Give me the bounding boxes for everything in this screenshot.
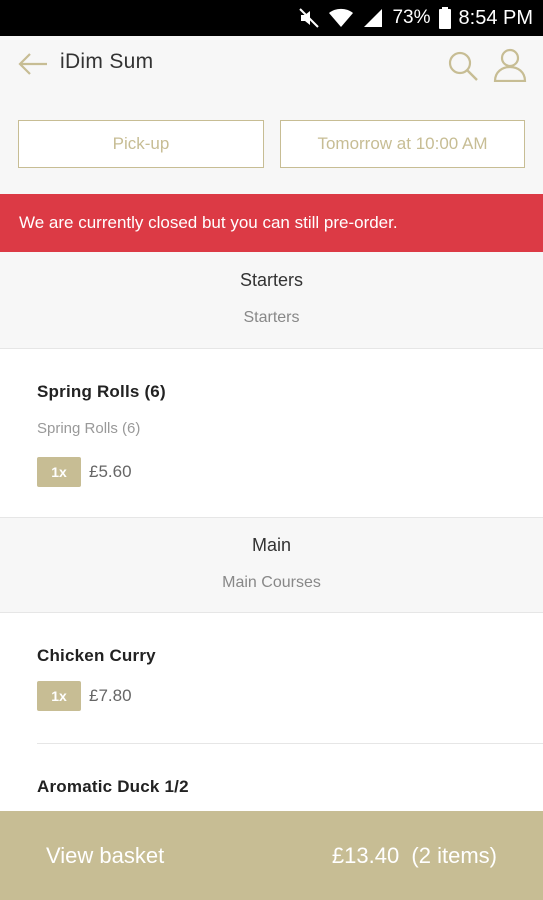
battery-icon [438, 7, 451, 29]
section-header-starters: Starters Starters [0, 252, 543, 349]
signal-icon [362, 7, 384, 29]
section-subtitle: Main Courses [222, 574, 321, 591]
basket-total: £13.40 (2 items) [331, 843, 497, 868]
status-bar: 73% 8:54 PM [0, 0, 543, 36]
item-divider [37, 743, 543, 744]
section-title: Main [251, 535, 291, 555]
order-time-button[interactable]: Tomorrow at 10:00 AM [280, 120, 525, 168]
user-icon[interactable] [493, 48, 527, 83]
basket-label: View basket [46, 843, 165, 868]
section-header-main: Main Main Courses [0, 517, 543, 613]
battery-percent: 73% [392, 7, 431, 28]
mute-icon [298, 7, 320, 29]
closed-alert-banner: We are currently closed but you can stil… [0, 194, 543, 252]
item-price: £7.80 [89, 686, 132, 705]
item-price: £5.60 [89, 462, 132, 481]
section-subtitle: Starters [243, 309, 300, 326]
wifi-icon [328, 7, 354, 29]
item-name: Aromatic Duck 1/2 [37, 777, 189, 796]
order-options: Pick-up Tomorrow at 10:00 AM [0, 96, 543, 194]
back-arrow-icon[interactable] [16, 49, 50, 79]
view-basket-button[interactable]: View basket £13.40 (2 items) [0, 811, 543, 900]
app-title: iDim Sum [60, 50, 154, 73]
search-icon[interactable] [447, 50, 479, 82]
item-name: Chicken Curry [37, 646, 156, 665]
quantity-badge: 1x [37, 457, 81, 487]
pickup-option-button[interactable]: Pick-up [18, 120, 264, 168]
section-title: Starters [239, 270, 304, 290]
item-name: Spring Rolls (6) [37, 382, 166, 401]
item-description: Spring Rolls (6) [37, 420, 141, 437]
app-bar: iDim Sum [0, 36, 543, 96]
quantity-badge: 1x [37, 681, 81, 711]
clock: 8:54 PM [458, 6, 533, 29]
